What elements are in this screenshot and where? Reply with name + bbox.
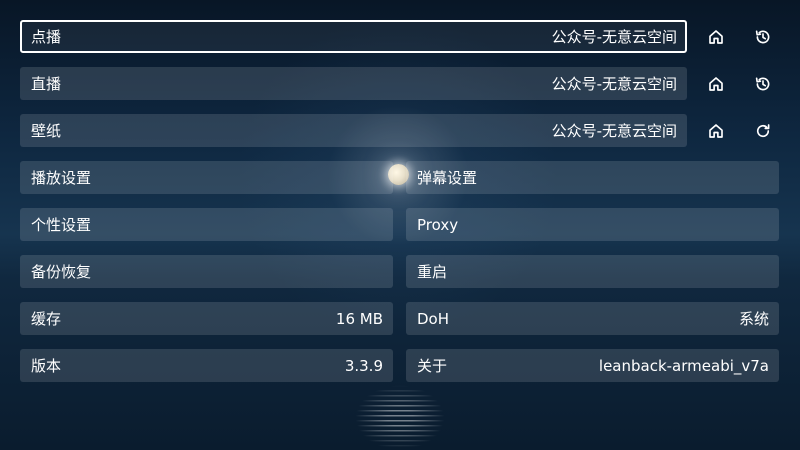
backup-restore-label: 备份恢复 — [31, 263, 92, 281]
proxy-label: Proxy — [417, 215, 459, 234]
cache-label: 缓存 — [31, 310, 62, 328]
wallpaper-source-selector[interactable]: 壁纸 公众号-无意云空间 — [20, 114, 687, 147]
personal-settings-button[interactable]: 个性设置 — [20, 208, 393, 241]
vod-value: 公众号-无意云空间 — [551, 28, 677, 46]
home-icon — [709, 123, 723, 138]
wallpaper-refresh-button[interactable] — [744, 114, 782, 147]
version-button[interactable]: 版本 3.3.9 — [20, 349, 393, 382]
playback-settings-button[interactable]: 播放设置 — [20, 161, 393, 194]
doh-selector[interactable]: DoH 系统 — [406, 302, 779, 335]
moon-reflection — [355, 385, 445, 450]
vod-home-button[interactable] — [697, 20, 735, 53]
doh-value: 系统 — [738, 310, 769, 328]
live-site-selector[interactable]: 直播 公众号-无意云空间 — [20, 67, 687, 100]
refresh-icon — [756, 123, 770, 137]
history-icon — [755, 77, 770, 90]
version-label: 版本 — [31, 357, 62, 375]
proxy-settings-button[interactable]: Proxy — [406, 208, 779, 241]
vod-history-button[interactable] — [744, 20, 782, 53]
vod-site-selector[interactable]: 点播 公众号-无意云空间 — [20, 20, 687, 53]
home-icon — [709, 76, 723, 91]
live-value: 公众号-无意云空间 — [551, 75, 677, 93]
restart-label: 重启 — [417, 263, 448, 281]
cache-button[interactable]: 缓存 16 MB — [20, 302, 393, 335]
live-history-button[interactable] — [744, 67, 782, 100]
version-value: 3.3.9 — [344, 356, 383, 375]
about-label: 关于 — [417, 357, 448, 375]
doh-label: DoH — [417, 309, 450, 328]
history-icon — [755, 30, 770, 43]
personal-settings-label: 个性设置 — [31, 216, 92, 234]
live-label: 直播 — [31, 75, 62, 93]
restart-button[interactable]: 重启 — [406, 255, 779, 288]
cache-size-value: 16 MB — [335, 309, 383, 328]
danmaku-settings-button[interactable]: 弹幕设置 — [406, 161, 779, 194]
playback-settings-label: 播放设置 — [31, 169, 92, 187]
backup-restore-button[interactable]: 备份恢复 — [20, 255, 393, 288]
about-value: leanback-armeabi_v7a — [598, 356, 769, 375]
about-button[interactable]: 关于 leanback-armeabi_v7a — [406, 349, 779, 382]
home-icon — [709, 29, 723, 44]
wallpaper-value: 公众号-无意云空间 — [551, 122, 677, 140]
vod-label: 点播 — [31, 28, 62, 46]
live-home-button[interactable] — [697, 67, 735, 100]
wallpaper-label: 壁纸 — [31, 122, 62, 140]
wallpaper-home-button[interactable] — [697, 114, 735, 147]
danmaku-settings-label: 弹幕设置 — [417, 169, 478, 187]
